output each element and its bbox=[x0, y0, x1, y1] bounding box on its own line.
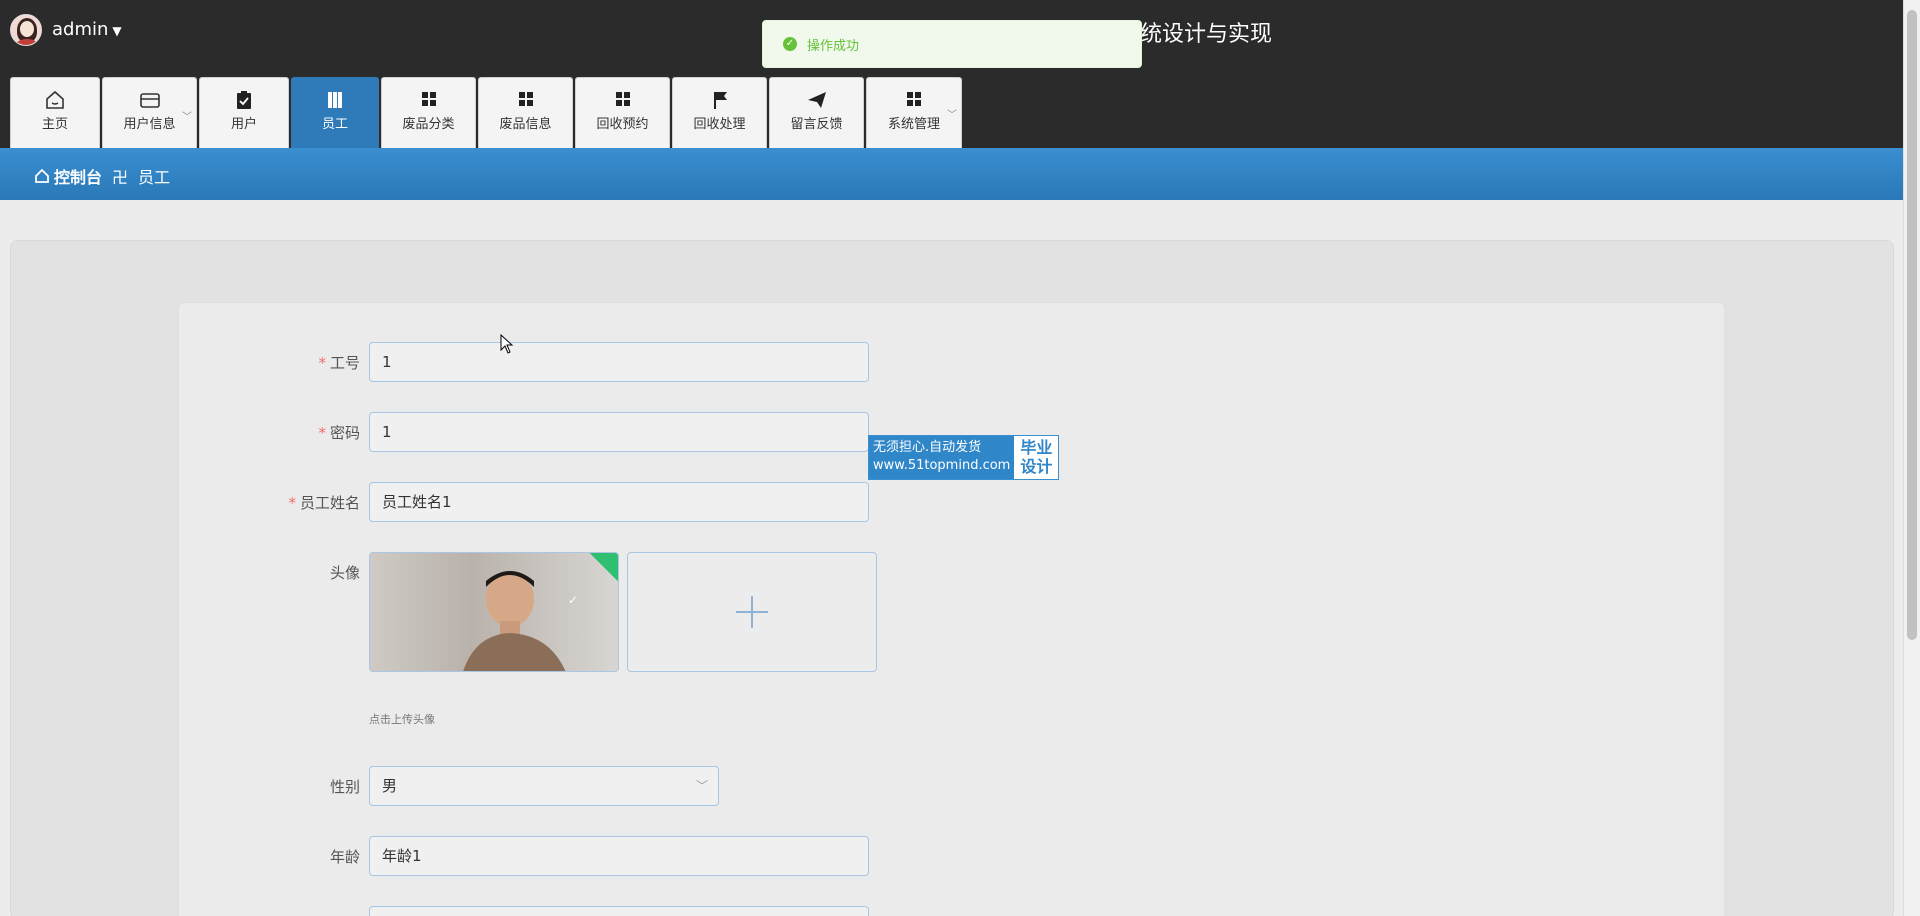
watermark-line1: 无须担心.自动发货 bbox=[873, 440, 982, 455]
employee-no-label: * 工号 bbox=[240, 352, 360, 373]
tab-recycle-process[interactable]: 回收处理 bbox=[672, 77, 767, 148]
tab-label: 回收预约 bbox=[596, 117, 649, 132]
field-label-text: 工号 bbox=[329, 354, 360, 372]
tab-label: 回收处理 bbox=[693, 117, 746, 132]
watermark-line2: www.51topmind.com bbox=[873, 458, 1011, 473]
field-label-text: 员工姓名 bbox=[299, 494, 360, 512]
required-mark: * bbox=[288, 494, 296, 512]
tab-label: 留言反馈 bbox=[790, 117, 843, 132]
tab-waste-info[interactable]: 废品信息 bbox=[478, 77, 573, 148]
tab-home[interactable]: 主页 bbox=[10, 77, 100, 148]
gender-select[interactable]: 男 ﹀ bbox=[369, 766, 719, 806]
send-icon bbox=[807, 92, 826, 108]
gender-label: 性别 bbox=[329, 778, 360, 796]
avatar-upload-button[interactable] bbox=[627, 552, 877, 672]
next-field-input[interactable] bbox=[369, 906, 869, 916]
scrollbar-thumb[interactable] bbox=[1907, 10, 1917, 640]
watermark-side1: 毕业 bbox=[1020, 438, 1053, 457]
page-scrollbar[interactable] bbox=[1903, 0, 1920, 916]
password-label: * 密码 bbox=[240, 422, 360, 443]
breadcrumb-separator: 卍 bbox=[112, 168, 129, 187]
tab-feedback[interactable]: 留言反馈 bbox=[769, 77, 864, 148]
tab-waste-category[interactable]: 废品分类 bbox=[381, 77, 476, 148]
breadcrumb-bar: 控制台 卍 员工 bbox=[0, 148, 1903, 200]
age-input[interactable]: 年龄1 bbox=[369, 836, 869, 876]
tab-label: 主页 bbox=[41, 117, 68, 132]
system-title: 统设计与实现 bbox=[1140, 22, 1273, 47]
home-icon bbox=[46, 90, 64, 109]
breadcrumb-home-label: 控制台 bbox=[54, 168, 103, 187]
tab-label: 废品分类 bbox=[402, 117, 455, 132]
watermark-side: 毕业 设计 bbox=[1014, 436, 1058, 479]
clipboard-icon bbox=[237, 91, 251, 109]
tab-label: 员工 bbox=[321, 117, 348, 132]
grid-icon bbox=[907, 92, 921, 106]
avatar-preview[interactable]: ✓ bbox=[369, 552, 619, 672]
username-label: admin bbox=[52, 19, 109, 40]
grid-icon bbox=[518, 92, 533, 106]
user-avatar[interactable] bbox=[10, 14, 42, 46]
breadcrumb-home[interactable]: 控制台 bbox=[34, 164, 102, 188]
home-icon bbox=[35, 168, 49, 183]
success-toast: ✓ 操作成功 bbox=[762, 20, 1142, 68]
tab-label: 用户 bbox=[230, 117, 257, 132]
check-icon: ✓ bbox=[567, 593, 578, 607]
employee-no-input[interactable]: 1 bbox=[369, 342, 869, 382]
employee-name-input[interactable]: 员工姓名1 bbox=[369, 482, 869, 522]
watermark-text: 无须担心.自动发货 www.51topmind.com bbox=[869, 436, 1015, 479]
tab-label: 废品信息 bbox=[499, 117, 552, 132]
tab-employees[interactable]: 员工 bbox=[291, 77, 379, 148]
required-mark: * bbox=[318, 354, 326, 372]
gender-selected-value: 男 bbox=[382, 777, 398, 795]
wallet-icon bbox=[139, 93, 160, 108]
mouse-cursor-icon bbox=[500, 334, 514, 354]
tab-user-info[interactable]: 用户信息 ﹀ bbox=[102, 77, 197, 148]
tab-system-management[interactable]: 系统管理 ﹀ bbox=[866, 77, 962, 148]
nav-bar: 主页 用户信息 ﹀ 用户 员工 废品分类 废品信息 回收预约 回收处理 留言反馈… bbox=[0, 60, 1903, 148]
employee-name-label: * 员工姓名 bbox=[240, 492, 360, 513]
grid-icon bbox=[421, 92, 436, 106]
chevron-down-icon: ﹀ bbox=[182, 112, 192, 123]
breadcrumb: 控制台 卍 员工 bbox=[34, 164, 170, 188]
watermark-badge: 无须担心.自动发货 www.51topmind.com 毕业 设计 bbox=[868, 435, 1060, 480]
chevron-down-icon: ﹀ bbox=[947, 110, 957, 121]
flag-icon bbox=[713, 92, 727, 109]
avatar-label: 头像 bbox=[329, 564, 360, 582]
field-label-text: 密码 bbox=[329, 424, 360, 442]
plus-icon bbox=[736, 596, 768, 628]
avatar-photo bbox=[463, 571, 566, 671]
book-icon bbox=[328, 92, 342, 108]
password-input[interactable]: 1 bbox=[369, 412, 869, 452]
toast-message: 操作成功 bbox=[807, 38, 860, 54]
caret-down-icon: ▼ bbox=[112, 24, 122, 38]
breadcrumb-current: 员工 bbox=[138, 168, 171, 187]
tab-recycle-booking[interactable]: 回收预约 bbox=[575, 77, 670, 148]
tab-users[interactable]: 用户 bbox=[199, 77, 289, 148]
required-mark: * bbox=[318, 424, 326, 442]
age-label: 年龄 bbox=[329, 848, 360, 866]
user-menu[interactable]: admin ▼ bbox=[52, 19, 122, 40]
grid-icon bbox=[615, 92, 630, 106]
watermark-side2: 设计 bbox=[1020, 457, 1053, 476]
avatar-upload-tip: 点击上传头像 bbox=[369, 713, 435, 726]
chevron-down-icon: ﹀ bbox=[695, 779, 708, 793]
success-icon: ✓ bbox=[783, 37, 797, 51]
